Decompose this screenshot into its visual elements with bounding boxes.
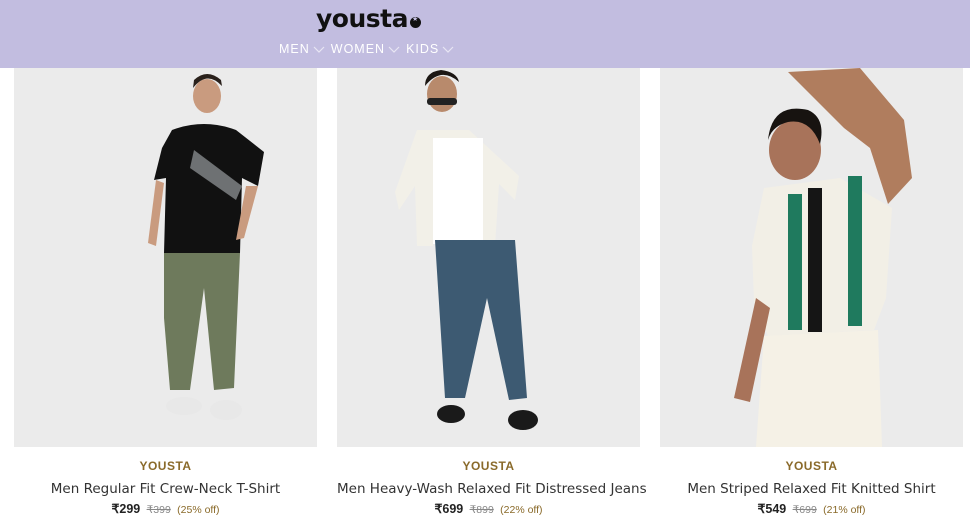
sale-price: ₹549 xyxy=(757,502,787,516)
nav-label: WOMEN xyxy=(330,42,386,56)
price-row: ₹699 ₹899 (22% off) xyxy=(337,501,640,516)
discount-label: (22% off) xyxy=(500,504,543,516)
product-image[interactable] xyxy=(337,68,640,447)
nav-label: MEN xyxy=(279,42,310,56)
price-row: ₹299 ₹399 (25% off) xyxy=(14,501,317,516)
product-card[interactable]: YOUSTA Men Regular Fit Crew-Neck T-Shirt… xyxy=(14,68,317,516)
original-price: ₹399 xyxy=(146,504,171,516)
nav-item-men[interactable]: MEN xyxy=(279,42,325,56)
product-brand: YOUSTA xyxy=(139,459,192,473)
sale-price: ₹699 xyxy=(434,502,464,516)
nav-label: KIDS xyxy=(406,42,440,56)
site-header: yousta MEN WOMEN KIDS xyxy=(0,0,970,68)
product-brand: YOUSTA xyxy=(462,459,515,473)
product-brand: YOUSTA xyxy=(785,459,838,473)
sale-price: ₹299 xyxy=(111,502,141,516)
chevron-down-icon xyxy=(388,44,400,54)
discount-label: (25% off) xyxy=(177,504,220,516)
product-card[interactable]: YOUSTA Men Striped Relaxed Fit Knitted S… xyxy=(660,68,963,516)
main-nav: MEN WOMEN KIDS xyxy=(279,42,454,56)
nav-item-women[interactable]: WOMEN xyxy=(331,42,400,56)
chevron-down-icon xyxy=(442,44,454,54)
product-image[interactable] xyxy=(14,68,317,447)
original-price: ₹899 xyxy=(469,504,494,516)
original-price: ₹699 xyxy=(792,504,817,516)
brand-logo[interactable]: yousta xyxy=(316,4,421,34)
product-card[interactable]: YOUSTA Men Heavy-Wash Relaxed Fit Distre… xyxy=(337,68,647,516)
discount-label: (21% off) xyxy=(823,504,866,516)
product-name[interactable]: Men Regular Fit Crew-Neck T-Shirt xyxy=(14,481,317,497)
nav-item-kids[interactable]: KIDS xyxy=(406,42,454,56)
logo-star-icon xyxy=(409,15,421,28)
product-image[interactable] xyxy=(660,68,963,447)
price-row: ₹549 ₹699 (21% off) xyxy=(660,501,963,516)
logo-text: yousta xyxy=(316,4,408,33)
product-name[interactable]: Men Heavy-Wash Relaxed Fit Distressed Je… xyxy=(337,481,647,497)
product-name[interactable]: Men Striped Relaxed Fit Knitted Shirt xyxy=(660,481,963,497)
chevron-down-icon xyxy=(313,44,325,54)
